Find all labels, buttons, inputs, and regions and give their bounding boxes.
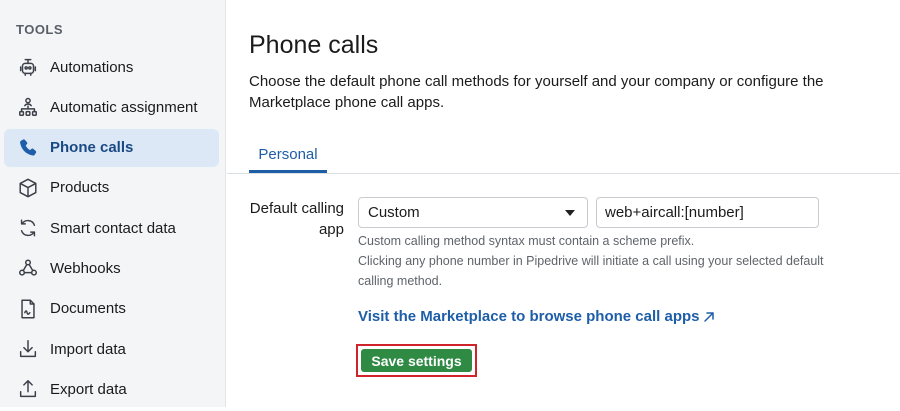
sidebar-item-label: Documents bbox=[50, 300, 126, 318]
automations-icon bbox=[16, 55, 40, 79]
help-text-line: Clicking any phone number in Pipedrive w… bbox=[358, 254, 824, 288]
sidebar-item-label: Automatic assignment bbox=[50, 98, 198, 116]
phone-icon bbox=[16, 136, 40, 160]
sidebar: TOOLS Automations Automatic assignment P… bbox=[0, 0, 226, 407]
sidebar-item-automations[interactable]: Automations bbox=[4, 48, 219, 86]
sidebar-item-export-data[interactable]: Export data bbox=[4, 370, 219, 408]
assignment-icon bbox=[16, 95, 40, 119]
sidebar-item-label: Automations bbox=[50, 58, 134, 76]
tab-personal[interactable]: Personal bbox=[249, 140, 327, 173]
main-content: Phone calls Choose the default phone cal… bbox=[227, 0, 900, 407]
tab-divider bbox=[227, 173, 900, 174]
sidebar-item-label: Phone calls bbox=[50, 139, 134, 157]
page-title: Phone calls bbox=[249, 31, 379, 59]
webhook-icon bbox=[16, 256, 40, 280]
sidebar-item-documents[interactable]: Documents bbox=[4, 290, 219, 328]
marketplace-link[interactable]: Visit the Marketplace to browse phone ca… bbox=[358, 308, 716, 325]
sidebar-item-webhooks[interactable]: Webhooks bbox=[4, 249, 219, 287]
sidebar-item-import-data[interactable]: Import data bbox=[4, 330, 219, 368]
sidebar-section-label: TOOLS bbox=[16, 22, 64, 37]
document-icon bbox=[16, 297, 40, 321]
page-description: Choose the default phone call methods fo… bbox=[249, 73, 824, 111]
calling-app-select-value: Custom bbox=[368, 204, 420, 221]
sync-icon bbox=[16, 216, 40, 240]
upload-icon bbox=[16, 377, 40, 401]
sidebar-item-products[interactable]: Products bbox=[4, 169, 219, 207]
caret-down-icon bbox=[565, 210, 575, 216]
sidebar-item-label: Export data bbox=[50, 380, 127, 398]
download-icon bbox=[16, 337, 40, 361]
default-calling-app-label: Default calling app bbox=[249, 200, 344, 238]
marketplace-link-label: Visit the Marketplace to browse phone ca… bbox=[358, 308, 700, 325]
calling-app-select[interactable]: Custom bbox=[358, 197, 588, 228]
sidebar-item-label: Import data bbox=[50, 340, 126, 358]
calling-syntax-input[interactable] bbox=[596, 197, 819, 228]
save-button-highlight: Save settings bbox=[356, 344, 477, 377]
sidebar-item-label: Products bbox=[50, 179, 110, 197]
sidebar-item-label: Webhooks bbox=[50, 259, 121, 277]
box-icon bbox=[16, 176, 40, 200]
sidebar-nav: Automations Automatic assignment Phone c… bbox=[4, 48, 219, 411]
save-settings-button[interactable]: Save settings bbox=[361, 349, 472, 372]
sidebar-item-label: Smart contact data bbox=[50, 219, 176, 237]
sidebar-item-smart-contact-data[interactable]: Smart contact data bbox=[4, 209, 219, 247]
sidebar-item-phone-calls[interactable]: Phone calls bbox=[4, 128, 219, 167]
help-text: Custom calling method syntax must contai… bbox=[358, 231, 858, 291]
help-text-line: Custom calling method syntax must contai… bbox=[358, 234, 695, 248]
external-link-icon bbox=[704, 311, 715, 322]
sidebar-item-automatic-assignment[interactable]: Automatic assignment bbox=[4, 88, 219, 126]
